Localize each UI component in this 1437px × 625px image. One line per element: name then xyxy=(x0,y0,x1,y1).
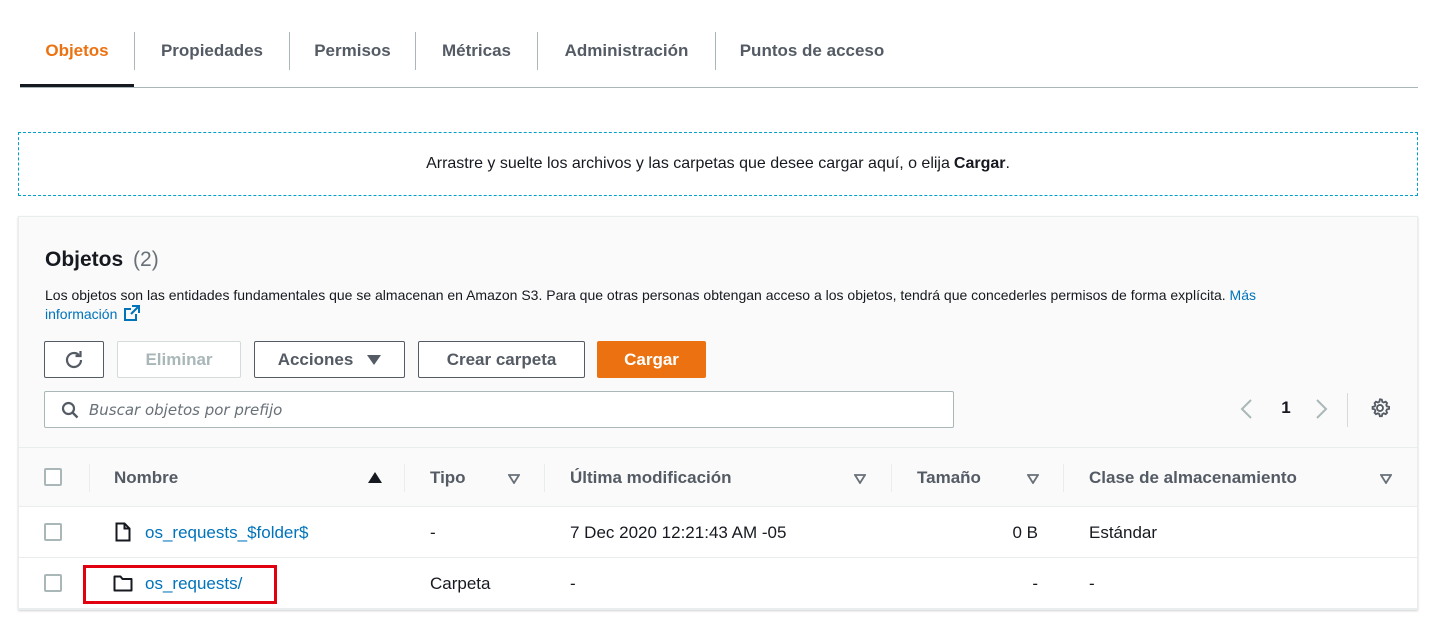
object-type: Carpeta xyxy=(430,573,491,593)
sort-caret-icon[interactable] xyxy=(1027,474,1039,484)
column-divider xyxy=(89,464,90,492)
create-folder-button[interactable]: Crear carpeta xyxy=(418,341,585,378)
search-box xyxy=(44,391,954,428)
sort-caret-icon[interactable] xyxy=(1380,474,1392,484)
active-tab-indicator xyxy=(20,84,134,87)
table-row: os_requests_$folder$ - 7 Dec 2020 12:21:… xyxy=(19,507,1417,558)
description-text: Los objetos son las entidades fundamenta… xyxy=(45,287,1226,303)
actions-label: Acciones xyxy=(277,349,354,369)
file-icon xyxy=(115,522,131,542)
object-size: 0 B xyxy=(1012,522,1038,542)
dropzone-text: Arrastre y suelte los archivos y las car… xyxy=(426,155,950,172)
object-name-link[interactable]: os_requests/ xyxy=(145,574,242,594)
object-storage-class: Estándar xyxy=(1089,522,1158,542)
tab-bar: Objetos Propiedades Permisos Métricas Ad… xyxy=(20,0,1418,88)
object-name-link[interactable]: os_requests_$folder$ xyxy=(145,523,309,543)
select-all-checkbox[interactable] xyxy=(44,468,62,486)
table-row: os_requests/ Carpeta - - - xyxy=(19,558,1417,609)
sort-caret-icon[interactable] xyxy=(854,474,866,484)
table-header: Nombre Tipo Última modificación Tamaño C… xyxy=(19,447,1417,507)
external-link-icon xyxy=(124,305,141,321)
upload-button[interactable]: Cargar xyxy=(597,341,706,378)
column-divider xyxy=(544,464,545,492)
object-modified: 7 Dec 2020 12:21:43 AM -05 xyxy=(570,522,787,542)
caret-down-icon xyxy=(367,354,382,365)
page-number[interactable]: 1 xyxy=(1277,398,1295,418)
panel-title-text: Objetos xyxy=(45,248,124,271)
gear-icon[interactable] xyxy=(1369,397,1391,419)
panel-description: Los objetos son las entidades fundamenta… xyxy=(45,286,1355,323)
actions-dropdown[interactable]: Acciones xyxy=(254,341,405,378)
dropzone-end: . xyxy=(1005,155,1010,172)
column-header-storage-class[interactable]: Clase de almacenamiento xyxy=(1089,448,1297,508)
tab-puntos-de-acceso[interactable]: Puntos de acceso xyxy=(716,32,908,70)
column-header-type[interactable]: Tipo xyxy=(430,448,466,508)
object-type: - xyxy=(430,522,436,542)
object-size: - xyxy=(1032,573,1038,593)
object-modified: - xyxy=(570,573,576,593)
dropzone-action: Cargar xyxy=(953,155,1006,172)
column-header-name[interactable]: Nombre xyxy=(114,448,178,508)
delete-button[interactable]: Eliminar xyxy=(117,341,241,378)
column-header-modified[interactable]: Última modificación xyxy=(570,448,732,508)
column-divider xyxy=(1063,464,1064,492)
refresh-button[interactable] xyxy=(44,341,104,378)
tab-propiedades[interactable]: Propiedades xyxy=(135,32,289,70)
pager-divider xyxy=(1347,393,1348,427)
row-checkbox[interactable] xyxy=(44,523,62,541)
sort-ascending-icon[interactable] xyxy=(368,472,382,484)
row-checkbox[interactable] xyxy=(44,574,62,592)
more-info-text: Más xyxy=(1229,287,1256,303)
folder-icon xyxy=(113,575,133,592)
panel-title: Objetos (2) xyxy=(45,248,159,272)
more-info-text-2: información xyxy=(45,306,118,322)
tab-metricas[interactable]: Métricas xyxy=(416,32,537,70)
chevron-left-icon[interactable] xyxy=(1239,397,1255,421)
objects-panel: Objetos (2) Los objetos son las entidade… xyxy=(18,216,1418,610)
chevron-right-icon[interactable] xyxy=(1313,397,1329,421)
search-input[interactable] xyxy=(89,400,939,419)
column-header-size[interactable]: Tamaño xyxy=(917,448,981,508)
column-divider xyxy=(891,464,892,492)
object-count: (2) xyxy=(133,248,159,271)
column-divider xyxy=(404,464,405,492)
search-icon xyxy=(61,401,79,418)
sort-caret-icon[interactable] xyxy=(508,474,520,484)
tab-administracion[interactable]: Administración xyxy=(538,32,715,70)
upload-dropzone[interactable]: Arrastre y suelte los archivos y las car… xyxy=(18,132,1418,196)
refresh-icon xyxy=(65,350,83,368)
tab-permisos[interactable]: Permisos xyxy=(290,32,415,70)
object-storage-class: - xyxy=(1089,573,1095,593)
tab-objetos[interactable]: Objetos xyxy=(20,32,134,70)
